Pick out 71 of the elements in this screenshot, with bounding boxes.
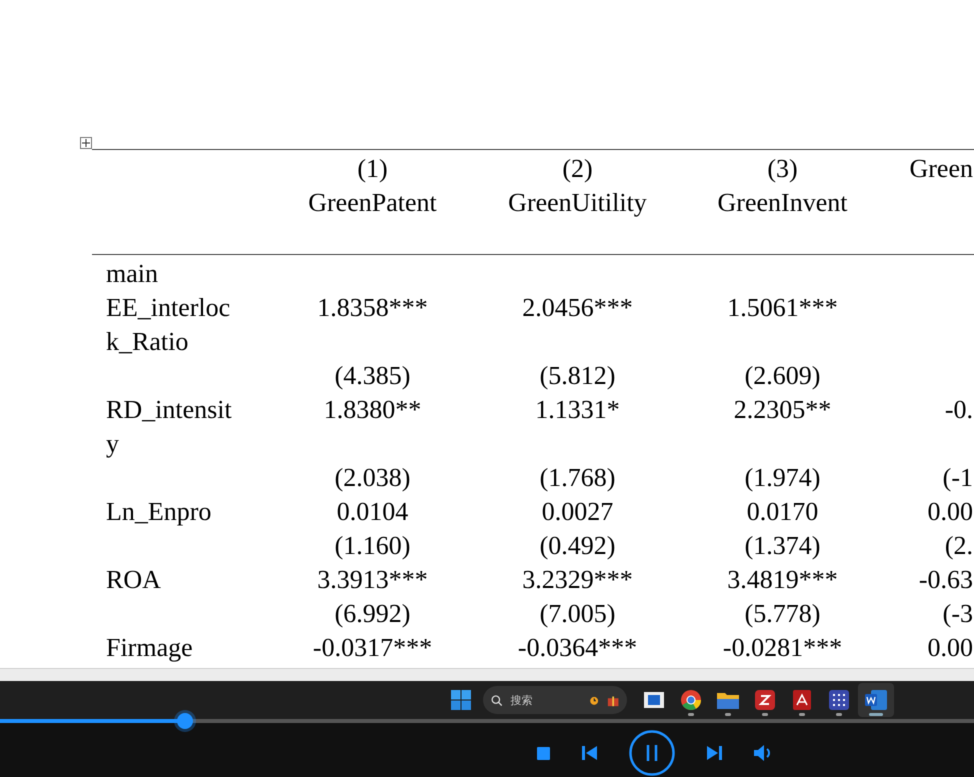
column-header: GreenUitility xyxy=(508,187,647,219)
taskbar-app[interactable] xyxy=(858,683,894,717)
table-cell-text: 0.0170 xyxy=(746,496,818,528)
table-cell-text: 3.3913*** xyxy=(317,564,428,596)
running-indicator xyxy=(688,713,694,716)
table-cell-text: (0.492) xyxy=(540,530,616,562)
table-cell-text: 1.8380** xyxy=(324,394,422,426)
table-move-handle-icon[interactable] xyxy=(80,137,92,149)
table-cell-text: 0.0104 xyxy=(336,496,408,528)
grid-app-icon xyxy=(829,690,849,710)
stop-icon[interactable] xyxy=(536,746,550,760)
search-input[interactable]: 搜索 xyxy=(508,692,582,708)
column-header: Green xyxy=(909,153,973,185)
table-cell-text: (2. xyxy=(944,530,973,562)
table-cell-text: 3.4819*** xyxy=(727,564,838,596)
table-cell-text: 0.0027 xyxy=(542,496,614,528)
row-label: EE_interlock_Ratio xyxy=(106,292,232,358)
column-header: GreenPatent xyxy=(308,187,437,219)
running-indicator xyxy=(762,713,768,716)
table-cell-text: (5.812) xyxy=(540,360,616,392)
table-cell-text: (1.768) xyxy=(540,462,616,494)
pause-icon[interactable] xyxy=(628,730,674,776)
running-indicator xyxy=(869,713,883,716)
table-cell-text: (7.005) xyxy=(540,598,616,630)
table-cell-text: (6.992) xyxy=(334,598,410,630)
row-label: RD_intensity xyxy=(106,394,233,460)
search-bar[interactable]: 搜索 xyxy=(483,686,627,714)
table-cell-text: (4.385) xyxy=(334,360,410,392)
browser-icon xyxy=(681,690,701,710)
pdf-reader-icon xyxy=(793,690,811,710)
table-cell-text: (2.038) xyxy=(334,462,410,494)
table-cell-text: (5.778) xyxy=(744,598,820,630)
windows-start-icon[interactable] xyxy=(451,690,471,710)
table-cell-text: (-1 xyxy=(942,462,973,494)
table-cell-text: (1.974) xyxy=(744,462,820,494)
row-label: Firmage xyxy=(106,632,194,664)
row-label: main xyxy=(106,258,159,290)
column-header: GreenInvent xyxy=(718,187,848,219)
table-cell-text: -0.0281*** xyxy=(722,632,842,664)
film-strip-icon xyxy=(644,692,664,708)
table-cell-text: (-3 xyxy=(942,598,973,630)
previous-track-icon[interactable] xyxy=(582,746,596,760)
column-number: (3) xyxy=(767,153,798,185)
table-cell-text: 1.8358*** xyxy=(317,292,428,324)
table-cell-text: -0. xyxy=(944,394,973,426)
table-cell-text: 3.2329*** xyxy=(522,564,633,596)
running-indicator xyxy=(799,713,805,716)
table-cell-text: 0.00 xyxy=(928,496,973,528)
next-track-icon[interactable] xyxy=(706,746,722,760)
volume-icon[interactable] xyxy=(754,745,772,761)
table-cell-text: 0.00 xyxy=(928,632,973,664)
table-cell-text: -0.63 xyxy=(918,564,973,596)
column-number: (2) xyxy=(562,153,593,185)
search-icon xyxy=(491,694,502,706)
table-cell-text: (1.374) xyxy=(744,530,820,562)
table-cell-text: 2.0456*** xyxy=(522,292,633,324)
word-document-icon xyxy=(865,690,887,710)
row-label: Ln_Enpro xyxy=(106,496,212,528)
table-cell-text: 1.5061*** xyxy=(727,292,838,324)
running-indicator xyxy=(836,713,842,716)
table-cell-text: (2.609) xyxy=(744,360,820,392)
table-cell-text: -0.0317*** xyxy=(312,632,432,664)
row-label: ROA xyxy=(106,564,162,596)
z-letter-app-icon xyxy=(755,690,775,710)
table-cell-text: (1.160) xyxy=(334,530,410,562)
table-cell-text: 1.1331* xyxy=(535,394,620,426)
table-cell-text: -0.0364*** xyxy=(518,632,638,664)
column-number: (1) xyxy=(357,153,388,185)
running-indicator xyxy=(725,713,731,716)
table-cell-text: 2.2305** xyxy=(734,394,832,426)
folder-icon xyxy=(717,691,739,709)
